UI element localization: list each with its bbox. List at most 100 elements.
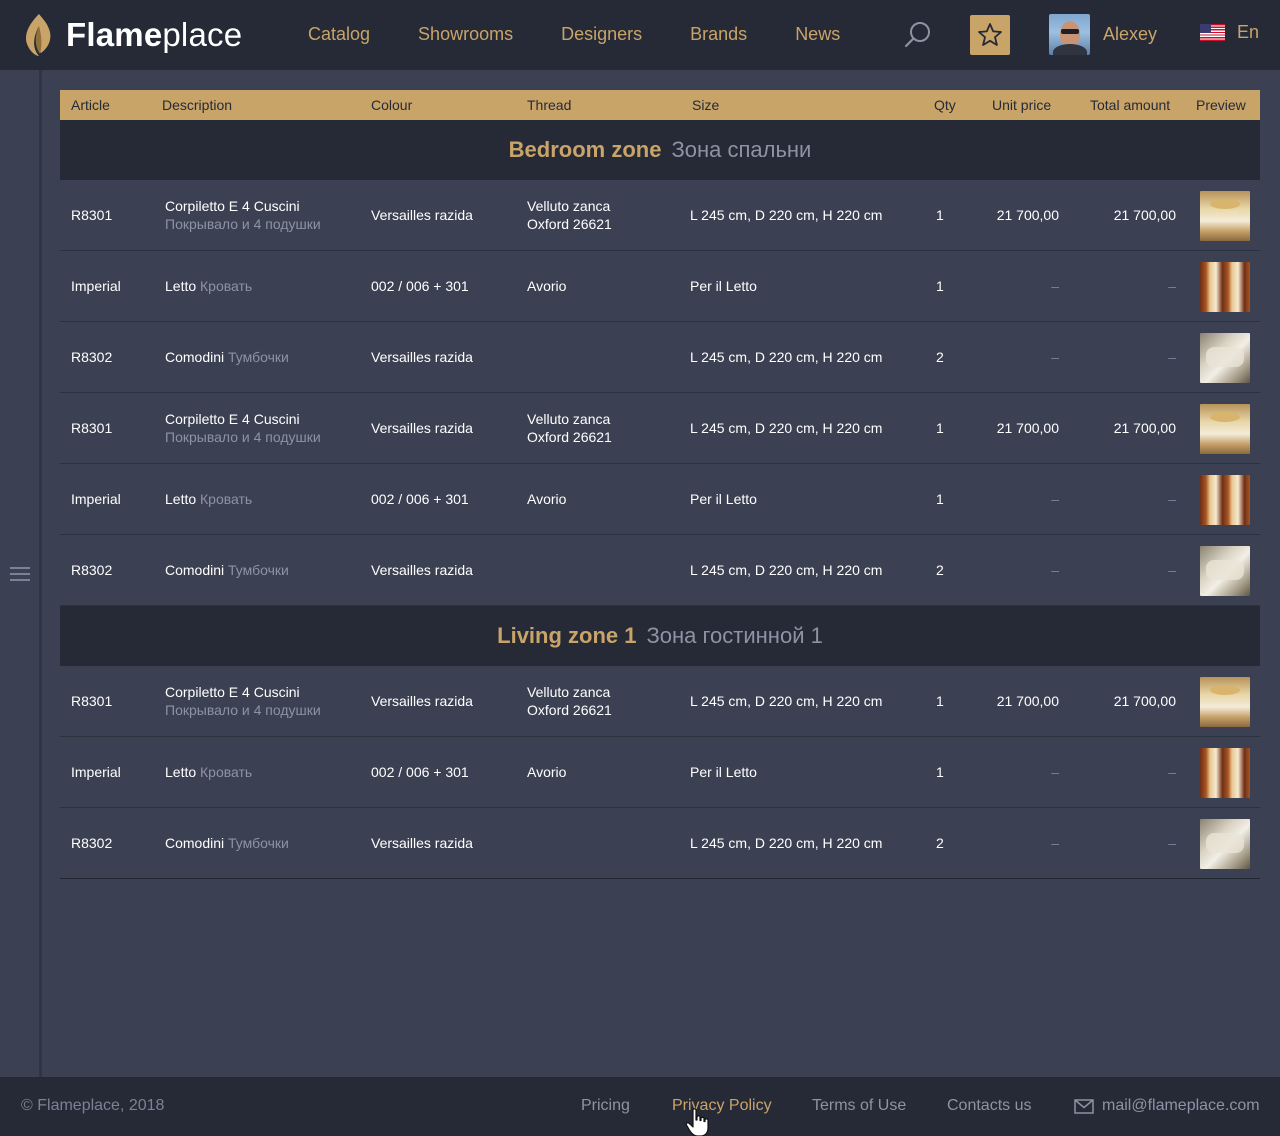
article-cell: Imperial	[71, 278, 121, 294]
language-switcher[interactable]: En	[1200, 22, 1259, 43]
thread-cell: Avorio	[527, 490, 566, 508]
table-row[interactable]: Imperial Letto Кровать 002 / 006 + 301 Avor…	[60, 737, 1260, 808]
table-row[interactable]: R8301 Corpiletto E 4 Cuscini Покрывало и 4…	[60, 666, 1260, 737]
zone-header: Bedroom zone Зона спальни	[60, 120, 1260, 180]
description-text: Letto	[165, 491, 197, 507]
description-text-ru: Покрывало и 4 подушки	[165, 702, 321, 718]
description-text: Comodini	[165, 349, 225, 365]
search-button[interactable]	[903, 20, 933, 50]
description-text-ru: Покрывало и 4 подушки	[165, 429, 321, 445]
logo[interactable]: Flameplace	[22, 10, 242, 60]
colour-cell: Versailles razida	[371, 835, 473, 851]
col-total-amount: Total amount	[1090, 97, 1171, 113]
unit-price-cell: –	[1051, 764, 1059, 780]
table-row[interactable]: R8302 Comodini Тумбочки Versailles razida L…	[60, 535, 1260, 606]
nightstand-thumbnail[interactable]	[1200, 546, 1250, 596]
article-cell: R8302	[71, 835, 113, 851]
size-cell: L 245 cm, D 220 cm, H 220 cm	[690, 835, 883, 851]
footer-link-pricing[interactable]: Pricing	[581, 1097, 630, 1115]
size-cell: L 245 cm, D 220 cm, H 220 cm	[690, 562, 883, 578]
table-header: Article Description Colour Thread Size Q…	[60, 90, 1260, 120]
description-text: Comodini	[165, 562, 225, 578]
nav-news[interactable]: News	[795, 24, 840, 45]
bed-thumbnail[interactable]	[1200, 262, 1250, 312]
table-row[interactable]: Imperial Letto Кровать 002 / 006 + 301 Avor…	[60, 464, 1260, 535]
article-cell: R8301	[71, 207, 113, 223]
nightstand-thumbnail[interactable]	[1200, 333, 1250, 383]
qty-cell: 2	[936, 562, 944, 578]
colour-cell: Versailles razida	[371, 562, 473, 578]
qty-cell: 2	[936, 835, 944, 851]
description-text-ru: Тумбочки	[228, 349, 289, 365]
table-row[interactable]: R8301 Corpiletto E 4 Cuscini Покрывало и 4…	[60, 180, 1260, 251]
description-text-ru: Покрывало и 4 подушки	[165, 216, 321, 232]
total-amount-cell: 21 700,00	[1113, 207, 1176, 223]
bed-thumbnail[interactable]	[1200, 748, 1250, 798]
hamburger-menu-icon[interactable]	[10, 567, 30, 581]
unit-price-cell: –	[1051, 835, 1059, 851]
article-cell: R8302	[71, 349, 113, 365]
description-cell: Corpiletto E 4 Cuscini Покрывало и 4 поду…	[165, 410, 321, 446]
unit-price-cell: 21 700,00	[996, 207, 1059, 223]
thread-text: Avorio	[527, 764, 567, 780]
thread-text: Velluto zanca	[527, 198, 611, 214]
colour-cell: Versailles razida	[371, 207, 473, 223]
favorites-button[interactable]	[970, 15, 1010, 55]
description-text-ru: Тумбочки	[228, 835, 289, 851]
copyright: © Flameplace, 2018	[21, 1097, 165, 1114]
size-cell: Per il Letto	[690, 764, 757, 780]
user-name: Alexey	[1103, 24, 1158, 44]
description-text-ru: Тумбочки	[228, 562, 289, 578]
description-text: Corpiletto E 4 Cuscini	[165, 411, 300, 427]
col-colour: Colour	[371, 97, 413, 113]
bedspread-thumbnail[interactable]	[1200, 677, 1250, 727]
bedspread-thumbnail[interactable]	[1200, 404, 1250, 454]
thread-cell: Avorio	[527, 763, 566, 781]
total-amount-cell: –	[1168, 278, 1176, 294]
size-cell: Per il Letto	[690, 278, 757, 294]
col-description: Description	[162, 97, 233, 113]
col-unit-price: Unit price	[992, 97, 1052, 113]
mail-icon	[1074, 1098, 1094, 1114]
email-address: mail@flameplace.com	[1102, 1097, 1260, 1114]
description-cell: Comodini Тумбочки	[165, 561, 289, 579]
unit-price-cell: 21 700,00	[996, 693, 1059, 709]
zone-title-ru: Зона спальни	[671, 137, 812, 162]
nav-catalog[interactable]: Catalog	[308, 24, 370, 45]
nav-brands[interactable]: Brands	[690, 24, 747, 45]
unit-price-cell: –	[1051, 349, 1059, 365]
thread-cell: Velluto zanca Oxford 26621	[527, 683, 612, 719]
unit-price-cell: 21 700,00	[996, 420, 1059, 436]
bedspread-thumbnail[interactable]	[1200, 191, 1250, 241]
description-text: Corpiletto E 4 Cuscini	[165, 684, 300, 700]
total-amount-cell: 21 700,00	[1113, 420, 1176, 436]
zone-title: Living zone 1	[497, 623, 637, 648]
bed-thumbnail[interactable]	[1200, 475, 1250, 525]
col-thread: Thread	[527, 97, 572, 113]
footer-link-contacts[interactable]: Contacts us	[947, 1097, 1031, 1115]
footer-link-terms-of-use[interactable]: Terms of Use	[812, 1097, 906, 1115]
size-cell: L 245 cm, D 220 cm, H 220 cm	[690, 349, 883, 365]
table-row[interactable]: R8301 Corpiletto E 4 Cuscini Покрывало и 4…	[60, 393, 1260, 464]
total-amount-cell: –	[1168, 562, 1176, 578]
qty-cell: 1	[936, 278, 944, 294]
size-cell: L 245 cm, D 220 cm, H 220 cm	[690, 207, 883, 223]
description-text: Letto	[165, 278, 197, 294]
footer-link-privacy-policy[interactable]: Privacy Policy	[672, 1097, 772, 1115]
table-row[interactable]: Imperial Letto Кровать 002 / 006 + 301 Avor…	[60, 251, 1260, 322]
thread-cell: Avorio	[527, 277, 566, 295]
table-row[interactable]: R8302 Comodini Тумбочки Versailles razida L…	[60, 808, 1260, 879]
nightstand-thumbnail[interactable]	[1200, 819, 1250, 869]
user-menu[interactable]: Alexey	[1049, 14, 1157, 55]
table-row[interactable]: R8302 Comodini Тумбочки Versailles razida L…	[60, 322, 1260, 393]
description-cell: Letto Кровать	[165, 277, 252, 295]
email-link[interactable]: mail@flameplace.com	[1074, 1097, 1260, 1115]
nav-showrooms[interactable]: Showrooms	[418, 24, 513, 45]
sidebar	[0, 70, 42, 1077]
colour-cell: Versailles razida	[371, 420, 473, 436]
total-amount-cell: 21 700,00	[1113, 693, 1176, 709]
nav-designers[interactable]: Designers	[561, 24, 642, 45]
qty-cell: 1	[936, 420, 944, 436]
article-cell: R8302	[71, 562, 113, 578]
avatar	[1049, 14, 1090, 55]
